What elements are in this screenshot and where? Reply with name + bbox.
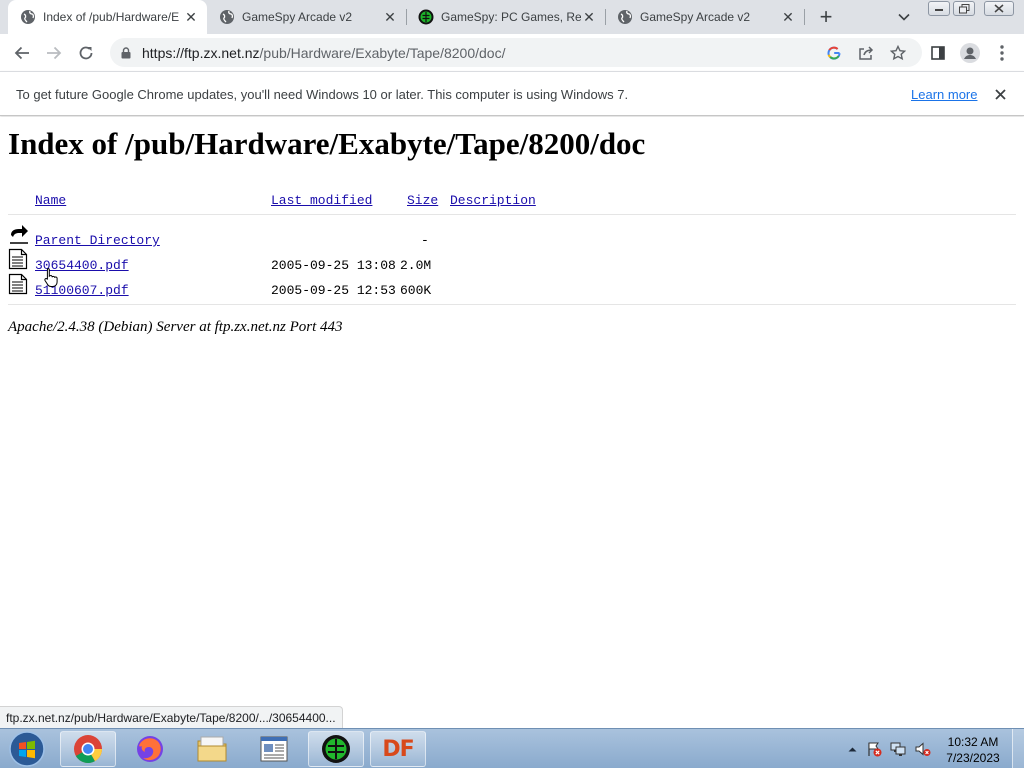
tab-title: GameSpy: PC Games, Rev	[441, 10, 581, 24]
tab-title: GameSpy Arcade v2	[242, 10, 353, 24]
minimize-button[interactable]	[928, 1, 950, 16]
close-tab-icon[interactable]: ✕	[780, 9, 796, 25]
system-clock[interactable]: 10:32 AM 7/23/2023	[940, 734, 1006, 766]
volume-muted-icon[interactable]	[915, 741, 931, 757]
windows-taskbar: DF 10:32 AM 7/23/2023	[0, 728, 1024, 769]
tab-gamespy-arcade-2[interactable]: GameSpy Arcade v2 ✕	[605, 0, 804, 34]
taskbar-gamespy-button[interactable]	[308, 731, 364, 767]
footer-divider	[8, 304, 1016, 305]
taskbar-firefox-button[interactable]	[122, 731, 178, 767]
url-path: /pub/Hardware/Exabyte/Tape/8200/doc/	[259, 45, 506, 61]
sort-by-size-link[interactable]: Size	[407, 193, 438, 208]
folder-icon	[197, 736, 227, 762]
globe-icon	[220, 10, 234, 24]
back-arrow-icon[interactable]	[10, 41, 34, 65]
forward-arrow-icon[interactable]	[42, 41, 66, 65]
side-panel-icon[interactable]	[926, 41, 950, 65]
parent-size: -	[421, 233, 429, 248]
show-desktop-button[interactable]	[1012, 729, 1024, 769]
taskbar-chrome-button[interactable]	[60, 731, 116, 767]
update-infobar: To get future Google Chrome updates, you…	[0, 71, 1024, 116]
page-content: Index of /pub/Hardware/Exabyte/Tape/8200…	[0, 117, 1024, 707]
tab-title: GameSpy Arcade v2	[640, 10, 751, 24]
hand-cursor-icon	[44, 268, 58, 287]
gamespy-icon	[418, 9, 434, 25]
close-tab-icon[interactable]: ✕	[183, 9, 199, 25]
sort-by-name-link[interactable]: Name	[35, 193, 66, 208]
sort-by-description-link[interactable]: Description	[450, 193, 536, 208]
firefox-icon	[137, 736, 163, 762]
header-divider	[8, 214, 1016, 215]
profile-avatar-icon[interactable]	[958, 41, 982, 65]
taskbar-explorer-button[interactable]	[184, 731, 240, 767]
tab-gamespy-pc-games[interactable]: GameSpy: PC Games, Rev ✕	[406, 0, 605, 34]
parent-directory-link[interactable]: Parent Directory	[35, 233, 160, 248]
file-modified: 2005-09-25 12:53	[271, 283, 396, 298]
globe-icon	[21, 10, 35, 24]
gamespy-icon	[322, 735, 350, 763]
clock-date: 7/23/2023	[946, 751, 1000, 765]
document-icon	[8, 248, 28, 270]
clock-time: 10:32 AM	[947, 735, 999, 749]
url-text[interactable]: https://ftp.zx.net.nz/pub/Hardware/Exaby…	[142, 45, 505, 61]
tab-title: Index of /pub/Hardware/E	[43, 10, 180, 24]
bookmark-star-icon[interactable]	[886, 41, 910, 65]
document-viewer-icon	[260, 736, 288, 762]
lock-icon[interactable]	[114, 41, 138, 65]
google-lens-icon[interactable]	[822, 41, 846, 65]
back-arrow-folder-icon	[10, 225, 28, 244]
menu-kebab-icon[interactable]	[990, 41, 1014, 65]
start-orb-button[interactable]	[4, 730, 50, 768]
close-infobar-icon[interactable]	[991, 85, 1009, 103]
link-status-bubble: ftp.zx.net.nz/pub/Hardware/Exabyte/Tape/…	[0, 706, 343, 728]
file-modified: 2005-09-25 13:08	[271, 258, 396, 273]
close-window-button[interactable]	[984, 1, 1014, 16]
tab-index-of-pub[interactable]: Index of /pub/Hardware/E ✕	[8, 0, 207, 34]
network-icon[interactable]	[890, 741, 906, 757]
globe-icon	[618, 10, 632, 24]
show-hidden-icons-arrow-icon[interactable]	[844, 741, 860, 757]
tab-search-chevron-icon[interactable]	[893, 7, 915, 27]
sort-by-last-modified-link[interactable]: Last modified	[271, 193, 372, 208]
url-host: https://ftp.zx.net.nz	[142, 45, 260, 61]
file-size: 600K	[400, 283, 432, 298]
tab-gamespy-arcade-1[interactable]: GameSpy Arcade v2 ✕	[207, 0, 406, 34]
df-app-icon: DF	[382, 736, 414, 762]
document-icon	[8, 273, 28, 295]
file-size: 2.0M	[400, 258, 432, 273]
infobar-message: To get future Google Chrome updates, you…	[16, 87, 629, 102]
learn-more-link[interactable]: Learn more	[911, 87, 977, 102]
action-center-flag-icon[interactable]	[866, 741, 882, 757]
new-tab-button[interactable]: +	[814, 5, 838, 29]
share-icon[interactable]	[854, 41, 878, 65]
tab-strip: Index of /pub/Hardware/E ✕ GameSpy Arcad…	[0, 0, 1024, 34]
reload-icon[interactable]	[74, 41, 98, 65]
taskbar-document-button[interactable]	[246, 731, 302, 767]
tab-separator	[804, 9, 805, 25]
chrome-icon	[74, 735, 102, 763]
server-signature: Apache/2.4.38 (Debian) Server at ftp.zx.…	[8, 319, 343, 335]
close-tab-icon[interactable]: ✕	[382, 9, 398, 25]
windows-logo-icon	[9, 731, 45, 767]
restore-button[interactable]	[953, 1, 975, 16]
taskbar-df-button[interactable]: DF	[370, 731, 426, 767]
close-tab-icon[interactable]: ✕	[581, 9, 597, 25]
page-heading: Index of /pub/Hardware/Exabyte/Tape/8200…	[8, 126, 646, 161]
